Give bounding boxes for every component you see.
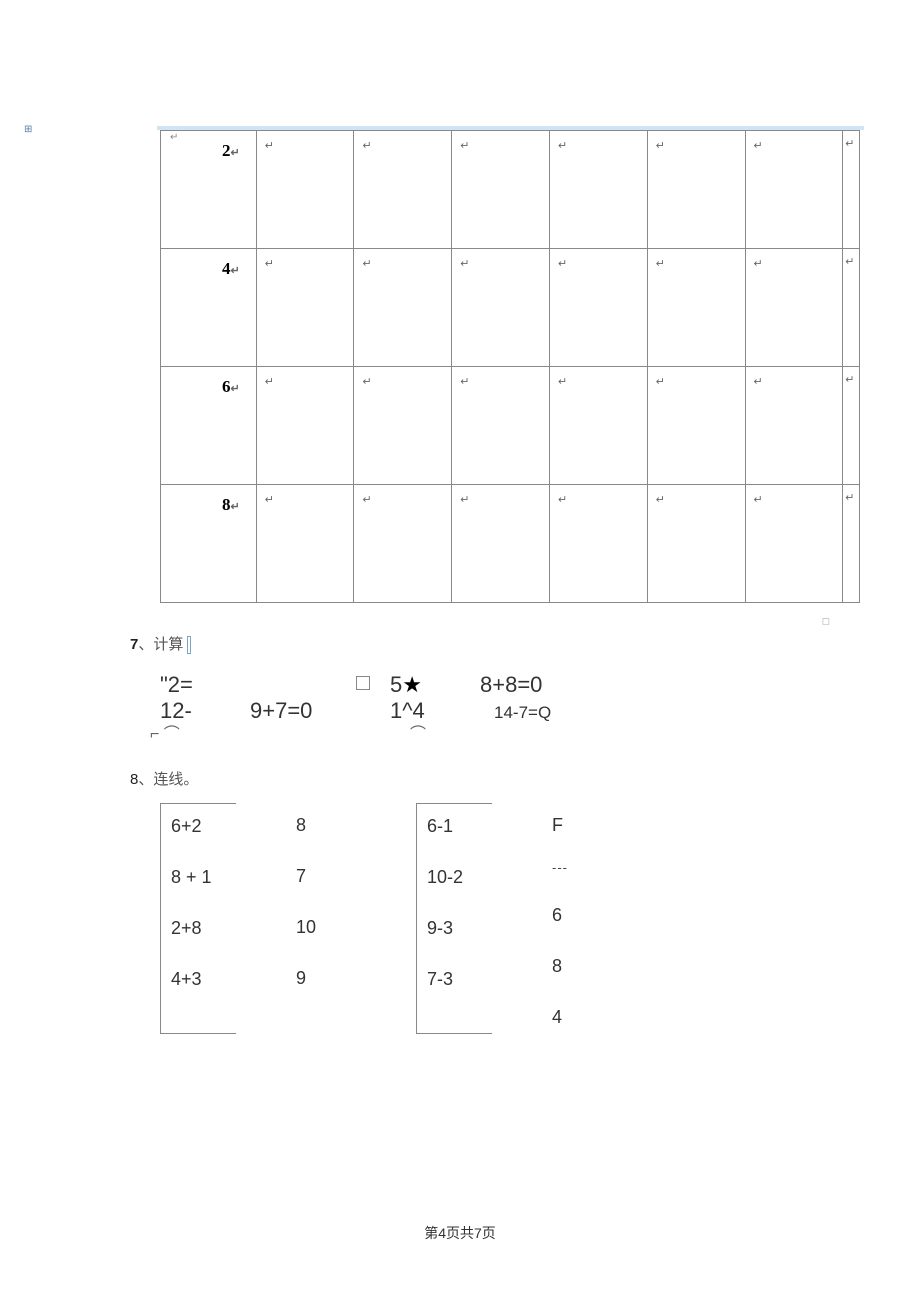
- cell: ↵: [452, 485, 550, 603]
- list-item: 2+8: [171, 912, 226, 945]
- calc-item: 1^4: [390, 698, 480, 724]
- list-item: 8: [552, 950, 576, 983]
- table-anchor-bottom-right: ◻: [822, 616, 830, 627]
- expr-column: 6+2 8 + 1 2+8 4+3: [160, 803, 236, 1034]
- cell: ↵: [549, 367, 647, 485]
- expr-column: 6-1 10-2 9-3 7-3: [416, 803, 492, 1034]
- cell: ↵: [647, 249, 745, 367]
- list-item: 9-3: [427, 912, 482, 945]
- cell: ↵: [843, 249, 860, 367]
- cell: ↵: [745, 249, 843, 367]
- cell: ↵: [647, 131, 745, 249]
- cell: ↵: [843, 131, 860, 249]
- question-8-heading: 8、连线。: [130, 768, 790, 789]
- calc-item: [250, 672, 390, 698]
- row-head: 6↵: [161, 367, 257, 485]
- cell: ↵: [354, 485, 452, 603]
- cell: ↵: [256, 249, 354, 367]
- table-row: 2↵ ↵ ↵ ↵ ↵ ↵ ↵ ↵: [161, 131, 860, 249]
- calc-item: 5★: [390, 672, 480, 698]
- list-item: 6-1: [427, 810, 482, 843]
- text-cursor: [187, 636, 191, 654]
- match-pair-left: 6+2 8 + 1 2+8 4+3 8 7 10 9: [160, 803, 336, 1034]
- answer-column: F --- 6 8 4: [552, 803, 576, 1034]
- cell: ↵: [354, 249, 452, 367]
- list-item: 7: [296, 860, 336, 893]
- cell: ↵: [745, 485, 843, 603]
- calc-item: ⌐ ⌒: [130, 725, 250, 744]
- star-icon: ★: [402, 672, 422, 697]
- cell: ↵: [549, 131, 647, 249]
- list-item: 6+2: [171, 810, 226, 843]
- list-item: F: [552, 809, 576, 842]
- calc-item: 12-: [130, 698, 250, 724]
- calculation-block: "2= 5★ 8+8=0 12- 9+7=0 1^4 14-7=Q ⌐ ⌒ ⌒: [130, 672, 790, 762]
- cell: ↵: [452, 249, 550, 367]
- table-row: 4↵ ↵ ↵ ↵ ↵ ↵ ↵ ↵: [161, 249, 860, 367]
- q7-title: 计算: [153, 636, 183, 653]
- cell: ↵: [452, 367, 550, 485]
- list-item: 6: [552, 899, 576, 932]
- square-placeholder-icon: [356, 676, 370, 690]
- calc-item: 14-7=Q: [480, 699, 630, 723]
- list-item: 10: [296, 911, 336, 944]
- page-footer: 第4页共7页: [0, 1223, 920, 1243]
- cell: ↵: [843, 367, 860, 485]
- list-item: 9: [296, 962, 336, 995]
- cell: ↵: [549, 249, 647, 367]
- match-pair-right: 6-1 10-2 9-3 7-3 F --- 6 8 4: [416, 803, 576, 1034]
- calc-item: ⌒: [390, 725, 480, 744]
- calc-item: "2=: [130, 672, 250, 698]
- worksheet-table: 2↵ ↵ ↵ ↵ ↵ ↵ ↵ ↵ 4↵ ↵ ↵ ↵ ↵ ↵ ↵ ↵ 6↵ ↵ ↵…: [160, 130, 860, 603]
- cell: ↵: [354, 131, 452, 249]
- cell: ↵: [843, 485, 860, 603]
- list-item: 10-2: [427, 861, 482, 894]
- cell: ↵: [745, 131, 843, 249]
- list-item: 8 + 1: [171, 861, 226, 894]
- cell: ↵: [256, 131, 354, 249]
- calc-item: 8+8=0: [480, 672, 630, 698]
- list-item: 7-3: [427, 963, 482, 996]
- answer-column: 8 7 10 9: [296, 803, 336, 1034]
- cell: ↵: [647, 485, 745, 603]
- matching-block: 6+2 8 + 1 2+8 4+3 8 7 10 9 6-1 10-2 9-3 …: [160, 803, 790, 1034]
- row-head: 2↵: [161, 131, 257, 249]
- table-anchor-top-left: ⊞: [24, 124, 32, 135]
- cell: ↵: [256, 367, 354, 485]
- table-row: 6↵ ↵ ↵ ↵ ↵ ↵ ↵ ↵: [161, 367, 860, 485]
- cell: ↵: [256, 485, 354, 603]
- list-item: 4: [552, 1001, 576, 1034]
- question-7-heading: 7、计算: [130, 633, 790, 654]
- cell: ↵: [745, 367, 843, 485]
- list-item: 4+3: [171, 963, 226, 996]
- dash-line: ---: [552, 854, 576, 881]
- q8-title: 连线。: [153, 771, 198, 788]
- list-item: 8: [296, 809, 336, 842]
- table-row: 8↵ ↵ ↵ ↵ ↵ ↵ ↵ ↵: [161, 485, 860, 603]
- cell: ↵: [354, 367, 452, 485]
- cell: ↵: [647, 367, 745, 485]
- calc-item: 9+7=0: [250, 698, 390, 724]
- row-head: 4↵: [161, 249, 257, 367]
- cell: ↵: [452, 131, 550, 249]
- cell: ↵: [549, 485, 647, 603]
- row-head: 8↵: [161, 485, 257, 603]
